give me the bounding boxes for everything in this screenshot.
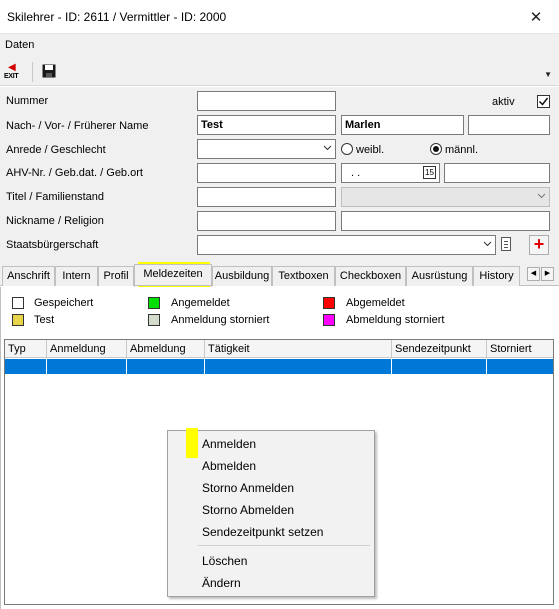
menu-item-storno-anmelden[interactable]: Storno Anmelden — [202, 481, 294, 495]
toolbar-separator — [32, 62, 33, 82]
familienstand-select[interactable] — [341, 187, 550, 207]
column-taetigkeit[interactable]: Tätigkeit — [205, 340, 392, 358]
label-titel: Titel / Familienstand — [6, 191, 105, 203]
frueherer-name-field[interactable] — [468, 115, 550, 135]
geb-ort-field[interactable] — [444, 163, 550, 183]
legend-swatch-abgemeldet — [323, 297, 335, 309]
table-cell — [392, 359, 487, 374]
anrede-select[interactable] — [197, 139, 336, 159]
exit-label: EXIT — [4, 73, 19, 80]
table-cell — [127, 359, 205, 374]
legend-swatch-anmeldung-storniert — [148, 314, 160, 326]
menu-daten[interactable]: Daten — [5, 39, 34, 51]
label-name: Nach- / Vor- / Früherer Name — [6, 120, 149, 132]
legend-swatch-angemeldet — [148, 297, 160, 309]
menu-item-aendern[interactable]: Ändern — [202, 576, 241, 590]
menu-item-storno-abmelden[interactable]: Storno Abmelden — [202, 503, 294, 517]
legend-swatch-gespeichert — [12, 297, 24, 309]
tab-profil[interactable]: Profil — [98, 266, 134, 286]
menu-item-loeschen[interactable]: Löschen — [202, 554, 247, 568]
legend-label-angemeldet: Angemeldet — [171, 297, 230, 309]
legend-label-test: Test — [34, 314, 55, 326]
label-aktiv: aktiv — [492, 96, 515, 108]
tab-ausruestung[interactable]: Ausrüstung — [406, 266, 473, 286]
add-button[interactable]: + — [529, 235, 549, 255]
legend-swatch-test — [12, 314, 24, 326]
label-maennl: männl. — [445, 144, 479, 156]
grid-header: Typ Anmeldung Abmeldung Tätigkeit Sendez… — [5, 340, 553, 358]
tab-textboxen[interactable]: Textboxen — [272, 266, 335, 286]
close-icon[interactable]: ✕ — [513, 0, 559, 33]
toolbar: ◀ EXIT ▼ — [0, 58, 559, 86]
legend-label-gespeichert: Gespeichert — [34, 297, 94, 309]
tab-intern[interactable]: Intern — [55, 266, 98, 286]
column-anmeldung[interactable]: Anmeldung — [47, 340, 127, 358]
table-cell — [5, 359, 47, 374]
label-ahv: AHV-Nr. / Geb.dat. / Geb.ort — [6, 167, 143, 179]
toolbar-overflow-icon[interactable]: ▼ — [544, 70, 552, 79]
legend-label-abgemeldet: Abgemeldet — [346, 297, 405, 309]
nachname-field[interactable]: Test — [197, 115, 336, 135]
tab-meldezeiten[interactable]: Meldezeiten — [134, 264, 212, 287]
ahv-nr-field[interactable] — [197, 163, 336, 183]
context-menu: Anmelden Abmelden Storno Anmelden Storno… — [167, 428, 375, 597]
menu-item-sendezeitpunkt-setzen[interactable]: Sendezeitpunkt setzen — [202, 525, 323, 539]
label-weibl: weibl. — [356, 144, 385, 156]
religion-field[interactable] — [341, 211, 550, 231]
exit-arrow-icon: ◀ — [8, 62, 16, 73]
column-typ[interactable]: Typ — [5, 340, 47, 358]
radio-weibl[interactable] — [341, 143, 353, 155]
table-cell — [487, 359, 553, 374]
label-staatsbuergerschaft: Staatsbürgerschaft — [6, 239, 99, 251]
vorname-field[interactable]: Marlen — [341, 115, 464, 135]
geb-dat-value: . . — [351, 167, 361, 179]
list-icon[interactable] — [501, 237, 511, 251]
tab-scroll-right-icon[interactable]: ▶ — [541, 267, 554, 281]
column-sendezeitpunkt[interactable]: Sendezeitpunkt — [392, 340, 487, 358]
menu-separator — [198, 545, 370, 546]
chevron-down-icon — [323, 145, 332, 151]
nickname-field[interactable] — [197, 211, 336, 231]
window-title: Skilehrer - ID: 2611 / Vermittler - ID: … — [7, 10, 227, 24]
geb-dat-field[interactable]: . . 15 — [341, 163, 440, 183]
chevron-down-icon — [537, 193, 546, 199]
menu-item-abmelden[interactable]: Abmelden — [202, 459, 256, 473]
label-nickname: Nickname / Religion — [6, 215, 104, 227]
legend-swatch-abmeldung-storniert — [323, 314, 335, 326]
calendar-icon[interactable]: 15 — [423, 166, 436, 179]
table-cell — [47, 359, 127, 374]
menu-item-anmelden[interactable]: Anmelden — [202, 437, 256, 451]
table-row[interactable] — [5, 359, 553, 374]
staatsbuergerschaft-select[interactable] — [197, 235, 496, 255]
column-storniert[interactable]: Storniert — [487, 340, 553, 358]
column-abmeldung[interactable]: Abmeldung — [127, 340, 205, 358]
tab-ausbildung[interactable]: Ausbildung — [212, 266, 272, 286]
legend-label-anmeldung-storniert: Anmeldung storniert — [171, 314, 270, 326]
chevron-down-icon — [483, 241, 492, 247]
tab-checkboxen[interactable]: Checkboxen — [335, 266, 406, 286]
menu-highlight — [186, 428, 198, 458]
titel-field[interactable] — [197, 187, 336, 207]
nummer-field[interactable] — [197, 91, 336, 111]
aktiv-checkbox[interactable] — [537, 95, 550, 108]
save-icon[interactable] — [42, 64, 56, 78]
label-anrede: Anrede / Geschlecht — [6, 144, 106, 156]
menubar: Daten — [0, 34, 559, 58]
radio-maennl[interactable] — [430, 143, 442, 155]
checkmark-icon — [538, 97, 549, 106]
tab-history[interactable]: History — [473, 266, 520, 286]
tab-scroll-left-icon[interactable]: ◀ — [527, 267, 540, 281]
window-titlebar: Skilehrer - ID: 2611 / Vermittler - ID: … — [0, 0, 559, 34]
exit-button[interactable]: ◀ EXIT — [4, 62, 22, 82]
label-nummer: Nummer — [6, 95, 49, 107]
tab-anschrift[interactable]: Anschrift — [2, 266, 55, 286]
table-cell — [205, 359, 392, 374]
legend-label-abmeldung-storniert: Abmeldung storniert — [346, 314, 445, 326]
